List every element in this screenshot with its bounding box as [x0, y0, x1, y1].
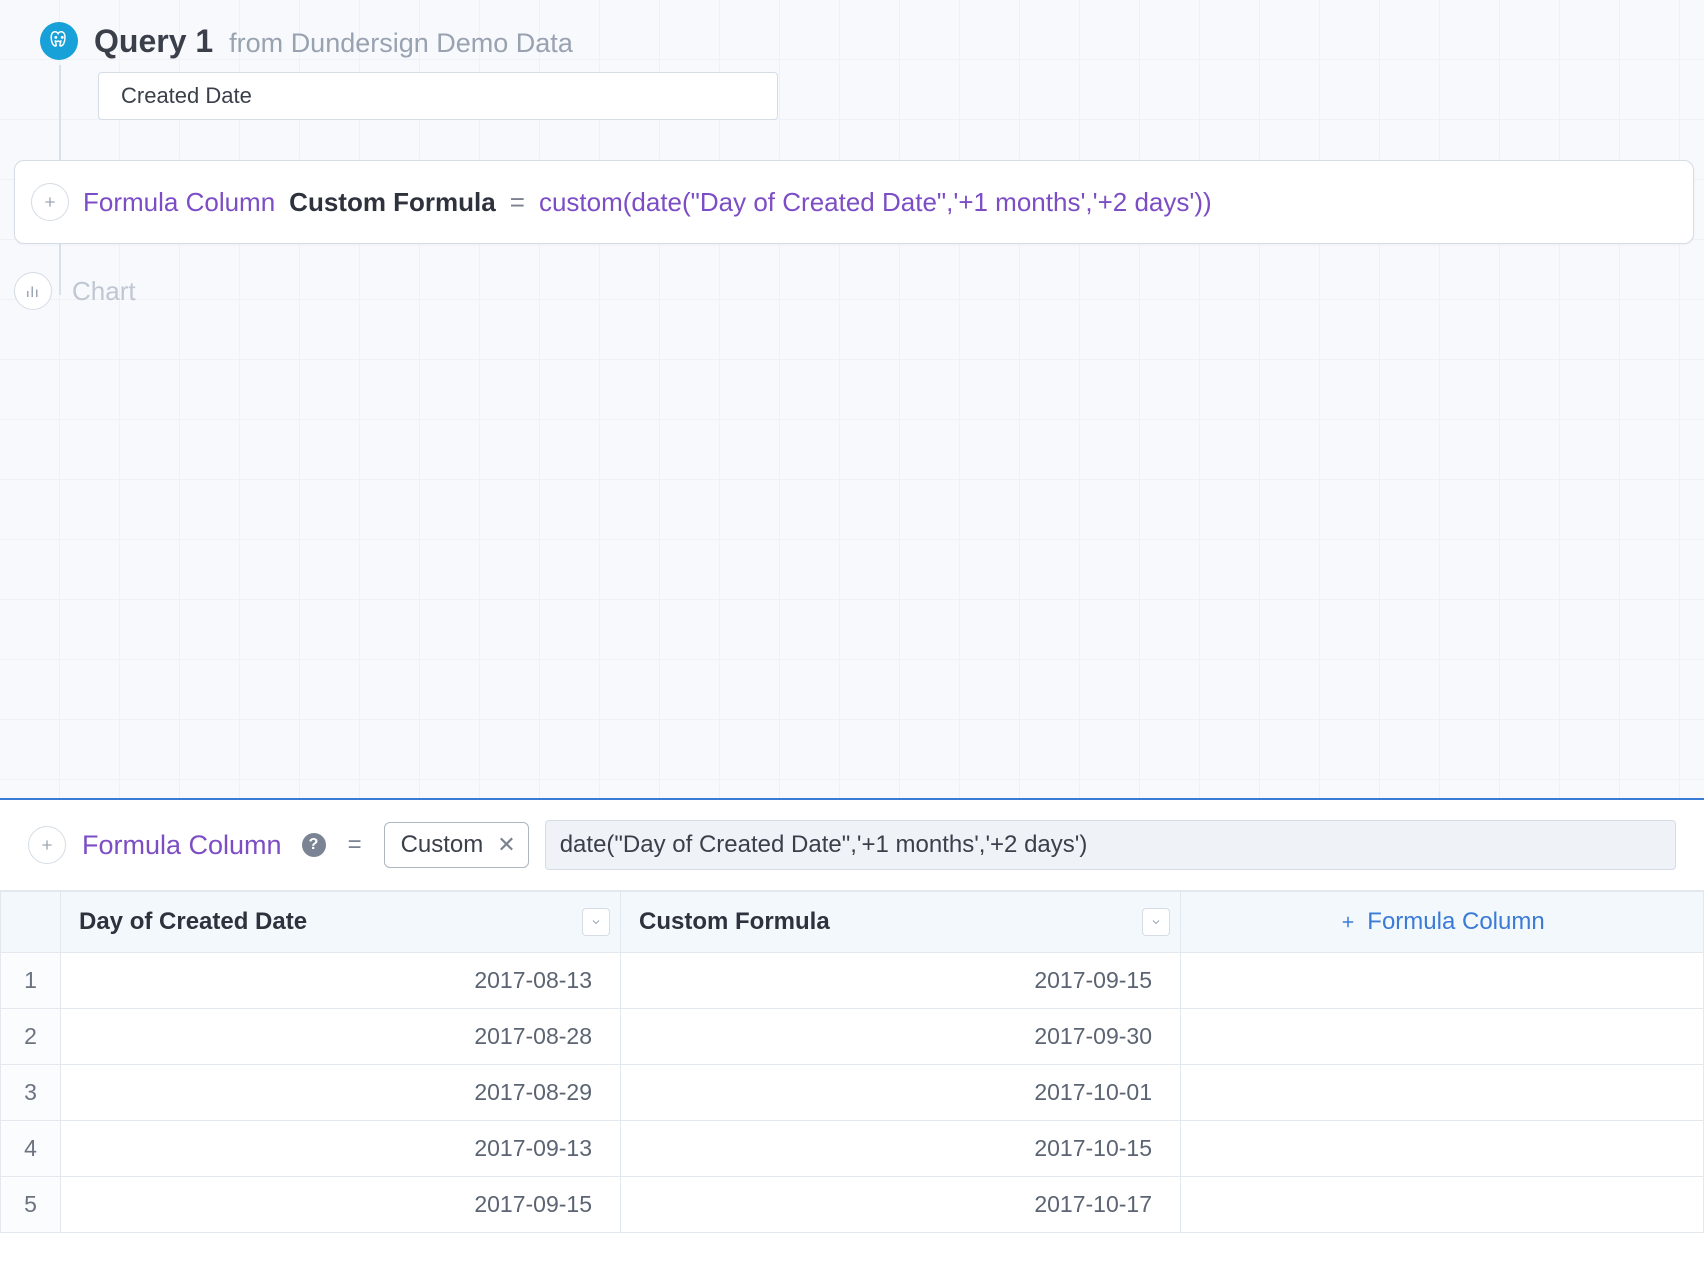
chart-step-row[interactable]: Chart — [40, 272, 1694, 310]
cell-empty — [1181, 1177, 1704, 1233]
table-row[interactable]: 12017-08-132017-09-15 — [1, 953, 1704, 1009]
bar-chart-icon[interactable] — [14, 272, 52, 310]
cell-day-of-created-date: 2017-08-29 — [61, 1065, 621, 1121]
column-header-custom-formula[interactable]: Custom Formula — [621, 892, 1181, 953]
table-row[interactable]: 22017-08-282017-09-30 — [1, 1009, 1704, 1065]
query-source[interactable]: from Dundersign Demo Data — [229, 28, 573, 59]
row-number: 3 — [1, 1065, 61, 1121]
query-title-wrap: Query 1 from Dundersign Demo Data — [94, 23, 573, 60]
column-chip-created-date[interactable]: Created Date — [98, 72, 778, 120]
cell-custom-formula: 2017-09-15 — [621, 953, 1181, 1009]
results-table: Day of Created Date Custom Formula Formu… — [0, 891, 1704, 1233]
add-formula-button[interactable] — [28, 826, 66, 864]
table-row[interactable]: 52017-09-152017-10-17 — [1, 1177, 1704, 1233]
table-row[interactable]: 42017-09-132017-10-15 — [1, 1121, 1704, 1177]
formula-step-expression: custom(date("Day of Created Date",'+1 mo… — [539, 187, 1212, 218]
postgres-icon — [40, 22, 78, 60]
cell-empty — [1181, 953, 1704, 1009]
column-header-day-of-created-date[interactable]: Day of Created Date — [61, 892, 621, 953]
formula-bar-equals: = — [342, 831, 368, 859]
query-column-chip-row: Created Date — [98, 72, 1694, 120]
formula-expression-input[interactable] — [545, 820, 1676, 870]
close-icon[interactable]: ✕ — [493, 832, 515, 858]
chart-step-label: Chart — [72, 276, 136, 307]
add-formula-column-button[interactable]: Formula Column — [1181, 892, 1704, 953]
query-title[interactable]: Query 1 — [94, 23, 213, 60]
cell-empty — [1181, 1121, 1704, 1177]
help-icon[interactable]: ? — [302, 833, 326, 857]
formula-step-label: Formula Column — [83, 187, 275, 218]
cell-custom-formula: 2017-10-15 — [621, 1121, 1181, 1177]
equals-sign: = — [510, 187, 525, 218]
formula-type-chip-label: Custom — [401, 831, 484, 859]
column-menu-button[interactable] — [1142, 908, 1170, 936]
cell-empty — [1181, 1065, 1704, 1121]
row-number: 2 — [1, 1009, 61, 1065]
formula-step-name: Custom Formula — [289, 187, 496, 218]
rownum-header — [1, 892, 61, 953]
cell-day-of-created-date: 2017-08-28 — [61, 1009, 621, 1065]
query-header: Query 1 from Dundersign Demo Data — [40, 10, 1694, 74]
formula-bar: Formula Column ? = Custom ✕ — [0, 800, 1704, 891]
row-number: 1 — [1, 953, 61, 1009]
cell-custom-formula: 2017-10-01 — [621, 1065, 1181, 1121]
cell-day-of-created-date: 2017-09-13 — [61, 1121, 621, 1177]
cell-day-of-created-date: 2017-09-15 — [61, 1177, 621, 1233]
cell-custom-formula: 2017-10-17 — [621, 1177, 1181, 1233]
cell-day-of-created-date: 2017-08-13 — [61, 953, 621, 1009]
column-menu-button[interactable] — [582, 908, 610, 936]
formula-step-card[interactable]: Formula Column Custom Formula = custom(d… — [14, 160, 1694, 244]
cell-empty — [1181, 1009, 1704, 1065]
formula-bar-label: Formula Column — [82, 830, 282, 861]
add-step-button[interactable] — [31, 183, 69, 221]
results-panel: Formula Column ? = Custom ✕ Day of Creat… — [0, 798, 1704, 1262]
table-row[interactable]: 32017-08-292017-10-01 — [1, 1065, 1704, 1121]
formula-type-chip[interactable]: Custom ✕ — [384, 822, 529, 868]
row-number: 4 — [1, 1121, 61, 1177]
row-number: 5 — [1, 1177, 61, 1233]
cell-custom-formula: 2017-09-30 — [621, 1009, 1181, 1065]
query-block: Query 1 from Dundersign Demo Data Create… — [40, 10, 1694, 310]
